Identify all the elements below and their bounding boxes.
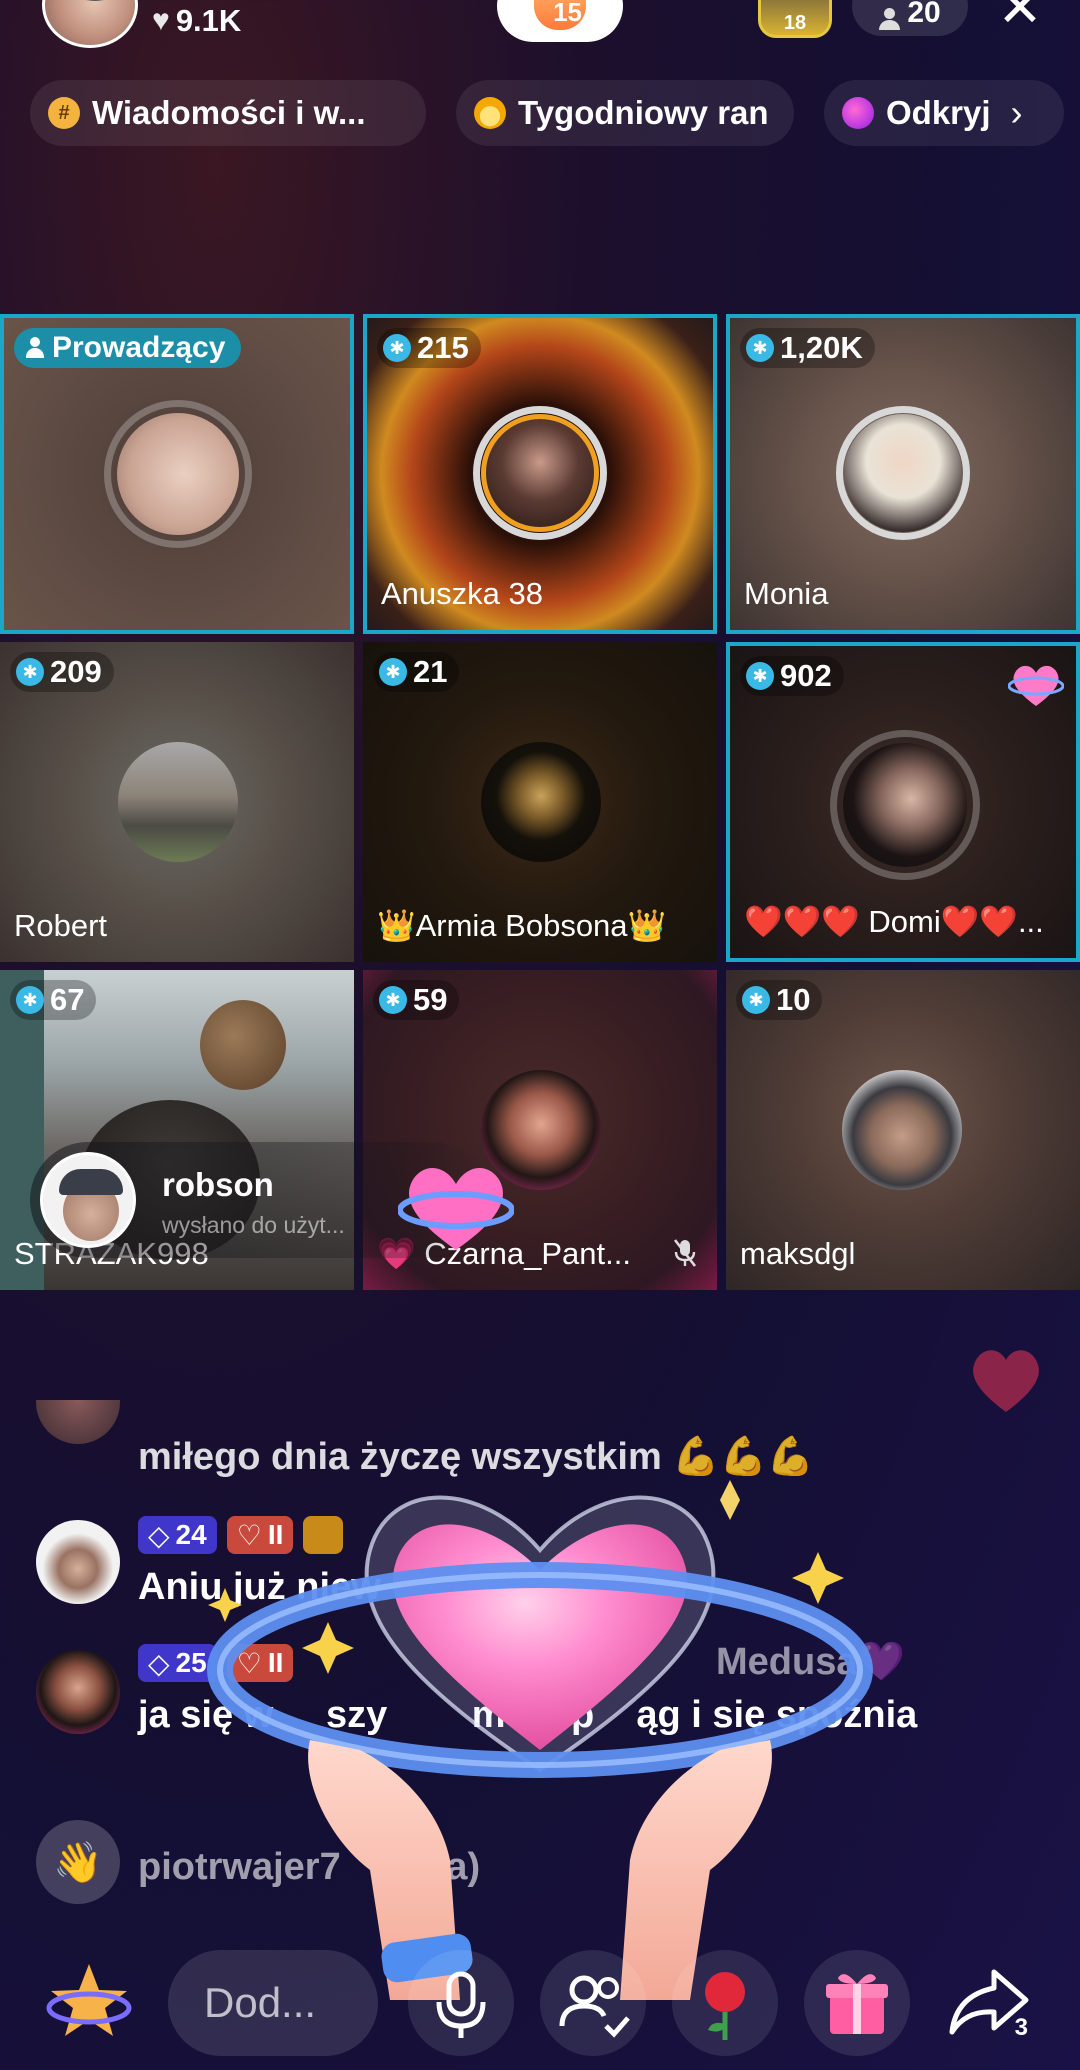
gift-box-icon bbox=[826, 1974, 888, 2034]
guest-tile-maksdgl[interactable]: ✱ 10 maksdgl bbox=[726, 970, 1080, 1290]
guest-name: 👑Armia Bobsona👑 bbox=[377, 908, 667, 943]
share-count: 3 bbox=[1014, 2014, 1028, 2041]
heart-gift-icon bbox=[397, 1158, 515, 1258]
gem-icon: ◇ bbox=[148, 1519, 170, 1551]
coin-icon: ✱ bbox=[379, 986, 407, 1014]
coin-icon: ✱ bbox=[746, 334, 774, 362]
guest-tile-host[interactable]: Prowadzący bbox=[0, 314, 354, 634]
score-badge: ✱ 67 bbox=[10, 980, 97, 1020]
guest-avatar bbox=[117, 413, 239, 535]
score-badge: ✱ 59 bbox=[373, 980, 460, 1020]
guest-tile-monia[interactable]: ✱ 1,20K Monia bbox=[726, 314, 1080, 634]
rose-gift-button[interactable] bbox=[672, 1950, 778, 2056]
top-ranker-avatar[interactable]: 18 bbox=[758, 0, 832, 38]
heart-level-badge: 15 bbox=[534, 0, 586, 30]
guest-avatar bbox=[843, 743, 967, 867]
microphone-button[interactable] bbox=[408, 1950, 514, 2056]
wave-icon: 👋 bbox=[36, 1820, 120, 1904]
coin-icon: ✱ bbox=[16, 986, 44, 1014]
chevron-right-icon: › bbox=[1010, 92, 1023, 133]
gift-sender-avatar bbox=[40, 1152, 136, 1248]
category-pill-news[interactable]: # Wiadomości i w... bbox=[30, 80, 426, 146]
heart-icon: ♥ bbox=[152, 4, 170, 37]
hashtag-icon: # bbox=[48, 97, 80, 129]
fire-icon bbox=[474, 97, 506, 129]
guest-tile-armia[interactable]: ✱ 21 👑Armia Bobsona👑 bbox=[363, 642, 717, 962]
guest-avatar bbox=[842, 1070, 962, 1190]
coin-icon: ✱ bbox=[742, 986, 770, 1014]
score-badge: ✱ 902 bbox=[740, 656, 844, 696]
chat-avatar[interactable] bbox=[36, 1520, 120, 1604]
gem-icon: ◇ bbox=[148, 1647, 170, 1679]
score-badge: ✱ 215 bbox=[377, 328, 481, 368]
microphone-icon bbox=[436, 1971, 486, 2038]
guest-name: Robert bbox=[14, 908, 108, 943]
guest-name: ❤️❤️❤️ Domi❤️❤️... bbox=[744, 904, 1044, 939]
people-check-icon bbox=[559, 1975, 630, 2038]
planet-icon bbox=[842, 97, 874, 129]
person-icon bbox=[26, 337, 44, 359]
guest-tile-domi[interactable]: ✱ 902 ❤️❤️❤️ Domi❤️❤️... bbox=[726, 642, 1080, 962]
coin-icon: ✱ bbox=[16, 658, 44, 686]
chat-avatar[interactable] bbox=[36, 1650, 120, 1734]
coin-icon: ✱ bbox=[383, 334, 411, 362]
gift-sender-name: robson bbox=[162, 1166, 274, 1203]
viewer-count-button[interactable]: 20 bbox=[852, 0, 968, 36]
chat-avatar[interactable] bbox=[36, 1400, 120, 1444]
guest-avatar bbox=[844, 414, 962, 532]
guest-tile-anuszka[interactable]: ✱ 215 Anuszka 38 bbox=[363, 314, 717, 634]
comment-input[interactable]: Dod... bbox=[168, 1950, 378, 2056]
host-avatar[interactable] bbox=[42, 0, 138, 48]
likes-count: ♥ 9.1K bbox=[152, 3, 242, 38]
gift-status-text: wysłano do użyt... bbox=[162, 1212, 345, 1238]
category-pill-weekly-ranking[interactable]: Tygodniowy ran bbox=[456, 80, 794, 146]
heart-level-pill[interactable]: 15 bbox=[497, 0, 623, 42]
host-tag: Prowadzący bbox=[14, 328, 242, 368]
heart-gift-icon bbox=[1007, 660, 1065, 710]
guest-name: maksdgl bbox=[740, 1236, 856, 1271]
like-heart-icon bbox=[966, 1340, 1046, 1420]
guest-avatar bbox=[481, 414, 599, 532]
score-badge: ✱ 209 bbox=[10, 652, 114, 692]
coin-icon: ✱ bbox=[746, 662, 774, 690]
guest-avatar bbox=[481, 742, 601, 862]
person-icon bbox=[879, 8, 901, 30]
category-pill-discover[interactable]: Odkryj › bbox=[824, 80, 1064, 146]
ranker-badge: 18 bbox=[783, 12, 807, 34]
guest-tile-robert[interactable]: ✱ 209 Robert bbox=[0, 642, 354, 962]
coin-icon: ✱ bbox=[379, 658, 407, 686]
star-effects-button[interactable] bbox=[36, 1950, 142, 2056]
score-badge: ✱ 1,20K bbox=[740, 328, 875, 368]
guest-avatar bbox=[118, 742, 238, 862]
guests-button[interactable] bbox=[540, 1950, 646, 2056]
guest-name: Anuszka 38 bbox=[381, 576, 543, 611]
guest-name: Monia bbox=[744, 576, 829, 611]
score-badge: ✱ 10 bbox=[736, 980, 823, 1020]
gift-button[interactable] bbox=[804, 1950, 910, 2056]
score-badge: ✱ 21 bbox=[373, 652, 460, 692]
close-button[interactable]: ✕ bbox=[990, 0, 1050, 36]
mic-muted-icon bbox=[673, 1238, 697, 1268]
rose-icon bbox=[705, 1972, 745, 2040]
share-button[interactable]: 3 bbox=[936, 1950, 1042, 2056]
